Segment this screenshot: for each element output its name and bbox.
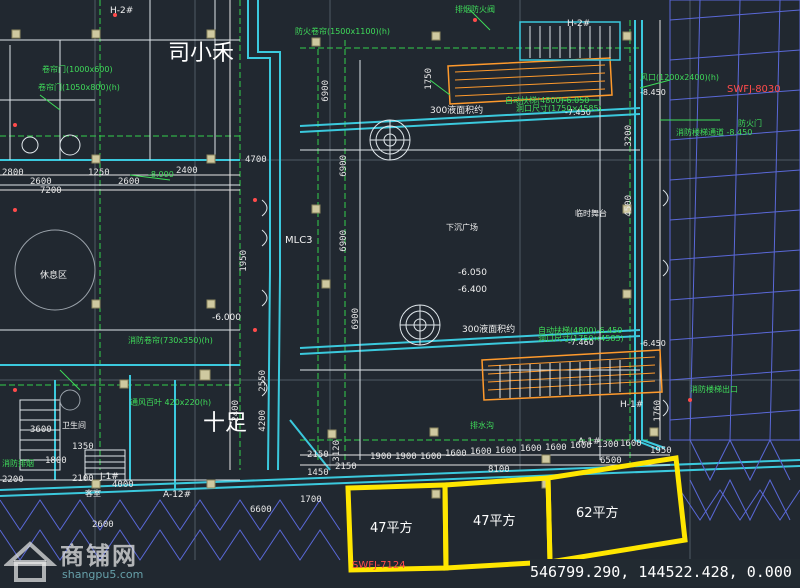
dim-left-extra: 3600 (30, 425, 52, 435)
fire-door-label: 防火门 (738, 119, 762, 128)
mlc-label: MLC3 (285, 235, 313, 246)
dim-vert-right-2: 3200 (624, 125, 634, 147)
shutter-label-2: 卷帘门(1050x800)(h) (38, 83, 120, 92)
stair-tag-a1: A-1# (578, 437, 601, 447)
shutter-label-5: 风口(1200x2400)(h) (640, 73, 720, 82)
dim-vert-left-2: 4200 (258, 410, 268, 432)
elevation-2: -6.400 (458, 285, 488, 295)
room-label-guest-room: 客室 (85, 489, 101, 498)
watermark-brand: 商铺网 (60, 541, 138, 570)
stair-label-bottom: 300液面积约 (462, 325, 516, 335)
shutter-label-4: 通风百叶 420x220(h) (130, 398, 212, 407)
dim-vert-right-1: 4500 (624, 195, 634, 217)
elevation-1: -6.050 (458, 268, 488, 278)
dim-bottom-5: 1600 (445, 449, 467, 459)
damper-label: 排烟防火阀 (455, 5, 495, 14)
room-label-sunken-plaza: 下沉广场 (446, 223, 478, 232)
dim-top-3: 2400 (176, 166, 198, 176)
watermark-logo: 商铺网 shangpu5.com (2, 536, 184, 584)
shutter-label-6: 防火卷帘(1500x1100)(h) (295, 27, 391, 36)
dim-left-bottom-2: 2100 (72, 474, 94, 484)
dim-vert-left-3: 2400 (231, 400, 241, 422)
dim-top-1: 2800 (2, 168, 24, 178)
shop-unit-area-2[interactable]: 47平方 (473, 510, 516, 529)
dim-bottom-2: 1900 (370, 452, 392, 462)
dim-mid-2: 7200 (40, 186, 62, 196)
fire-door-tag-bottom: SWFJ-7124 (352, 560, 406, 571)
house-icon (2, 541, 58, 582)
dim-left-bottom-4: 1350 (72, 442, 94, 452)
dim-bottom-12: 1600 (620, 439, 642, 449)
dim-total-3: 1950 (650, 446, 672, 456)
dim-vert-center-2: 6900 (339, 155, 349, 177)
stair-tag-h2-left: H-2# (110, 6, 134, 16)
dim-vert-center-4: 6900 (351, 308, 361, 330)
dim-vert-left-4: 2550 (258, 370, 268, 392)
dim-vert-center-1: 6900 (321, 80, 331, 102)
coordinate-readout: 546799.290, 144522.428, 0.000 (V (530, 559, 800, 586)
stair-tag-a12: A-12# (163, 490, 192, 500)
dim-side-1: 2150 (307, 450, 329, 460)
floor-plan-drawing[interactable] (0, 0, 800, 586)
dim-vert-center-5: 3120 (332, 440, 342, 462)
escalator-top (447, 21, 621, 105)
room-label-temp-stage: 临时舞台 (575, 209, 607, 218)
shutter-label-1: 卷帘门(1000x600) (42, 65, 113, 74)
stair-tag-j1: J-1# (100, 472, 119, 482)
drain-label: 排水沟 (470, 421, 494, 430)
dim-bottom-4: 1600 (420, 452, 442, 462)
elevation-8: -6.450 (640, 339, 666, 348)
room-label-si-xiao-he: 司小禾 (168, 41, 235, 66)
cad-viewport[interactable]: 司小禾 十足 休息区 下沉广场 临时舞台 卫生间 客室 47平方 47平方 62… (0, 0, 800, 586)
room-label-rest-area: 休息区 (40, 271, 68, 281)
stair-tag-h2-right: H-2# (567, 19, 591, 29)
stair-tag-h1: H-1# (620, 400, 644, 410)
dim-total-1: 8100 (488, 465, 510, 475)
dim-vert-left-1: 1950 (239, 250, 249, 272)
dim-left-bottom-6: 2600 (92, 520, 114, 530)
dim-run-1: 6600 (250, 505, 272, 515)
watermark-url: shangpu5.com (62, 568, 144, 581)
elevation-4: -8.000 (148, 170, 174, 179)
shutter-label-3: 消防卷帘(730x350)(h) (128, 336, 213, 345)
stair-label-top: 300液面积约 (430, 106, 484, 116)
tree-planter-bottom (399, 304, 441, 346)
dim-side-2: 1450 (307, 468, 329, 478)
dim-left-bottom-1: 2200 (2, 475, 24, 485)
fire-door-tag-top: SWFJ-8030 (727, 84, 781, 95)
dim-mid-3: 2600 (118, 177, 140, 187)
dim-top-2: 1250 (88, 168, 110, 178)
exit-label: 消防楼梯出口 (690, 385, 738, 394)
dim-left-bottom-3: 1800 (45, 456, 67, 466)
dim-vert-right-3: 1750 (424, 68, 434, 90)
smoke-exhaust-label: 消防排烟 (2, 459, 34, 468)
dim-bottom-7: 1600 (495, 446, 517, 456)
dim-bottom-9: 1600 (545, 443, 567, 453)
dim-run-2: 1700 (300, 495, 322, 505)
elevation-5: -8.450 (640, 88, 666, 97)
room-label-restroom: 卫生间 (62, 421, 86, 430)
dim-total-2: 6500 (600, 456, 622, 466)
dim-bottom-1: 2150 (335, 462, 357, 472)
opening-label-bottom: 洞口尺寸(1750×4585) (538, 334, 624, 343)
dim-vert-center-3: 6900 (339, 230, 349, 252)
tree-planter-top (369, 119, 411, 161)
stair-left (19, 399, 126, 481)
dim-vert-right-4: 1760 (653, 400, 663, 422)
shop-unit-area-3[interactable]: 62平方 (576, 502, 619, 521)
shop-unit-area-1[interactable]: 47平方 (370, 517, 413, 536)
dim-top-4: 4700 (245, 155, 267, 165)
dim-bottom-8: 1600 (520, 444, 542, 454)
opening-label-top: 洞口尺寸(1750×4585) (516, 104, 602, 113)
dim-bottom-6: 1600 (470, 447, 492, 457)
elevation-3: -6.000 (212, 313, 242, 323)
dim-bottom-3: 1900 (395, 452, 417, 462)
